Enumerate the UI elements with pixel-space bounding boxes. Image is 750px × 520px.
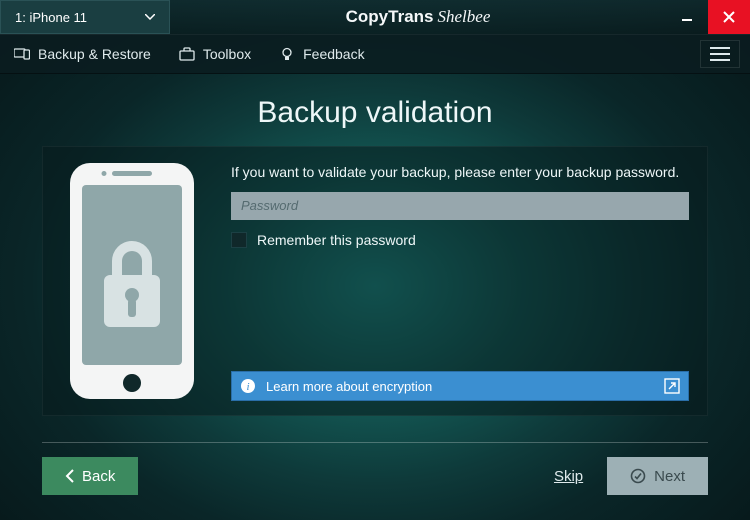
phone-illustration bbox=[57, 161, 207, 401]
hamburger-icon bbox=[710, 47, 730, 61]
next-button[interactable]: Next bbox=[607, 457, 708, 495]
tab-toolbox[interactable]: Toolbox bbox=[175, 46, 255, 62]
tab-feedback[interactable]: Feedback bbox=[275, 46, 368, 62]
device-label: 1: iPhone 11 bbox=[15, 10, 87, 25]
external-link-icon bbox=[664, 378, 680, 394]
lightbulb-icon bbox=[279, 46, 295, 62]
menu-button[interactable] bbox=[700, 40, 740, 68]
footer: Back Skip Next bbox=[0, 443, 750, 495]
minimize-button[interactable] bbox=[666, 0, 708, 34]
chevron-down-icon bbox=[145, 14, 155, 20]
learn-more-label: Learn more about encryption bbox=[266, 379, 432, 394]
toolbox-icon bbox=[179, 46, 195, 62]
svg-text:i: i bbox=[246, 381, 249, 393]
brand-shelbee: Shelbee bbox=[438, 7, 491, 27]
app-brand: CopyTrans Shelbee bbox=[170, 0, 666, 34]
tab-label: Toolbox bbox=[203, 46, 251, 62]
check-circle-icon bbox=[630, 468, 646, 484]
password-input[interactable] bbox=[231, 192, 689, 220]
learn-more-banner[interactable]: i Learn more about encryption bbox=[231, 371, 689, 401]
titlebar: 1: iPhone 11 CopyTrans Shelbee bbox=[0, 0, 750, 34]
tab-label: Feedback bbox=[303, 46, 364, 62]
tabbar: Backup & Restore Toolbox Feedback bbox=[0, 34, 750, 74]
info-icon: i bbox=[240, 378, 256, 394]
window-controls bbox=[666, 0, 750, 34]
devices-icon bbox=[14, 46, 30, 62]
back-label: Back bbox=[82, 468, 115, 485]
page-title: Backup validation bbox=[0, 96, 750, 130]
validation-card: If you want to validate your backup, ple… bbox=[42, 146, 708, 416]
card-content: If you want to validate your backup, ple… bbox=[231, 161, 689, 401]
device-dropdown[interactable]: 1: iPhone 11 bbox=[0, 0, 170, 34]
remember-label: Remember this password bbox=[257, 232, 416, 248]
brand-copytrans: CopyTrans bbox=[346, 7, 434, 27]
skip-link[interactable]: Skip bbox=[554, 468, 583, 485]
tab-backup-restore[interactable]: Backup & Restore bbox=[10, 46, 155, 62]
next-label: Next bbox=[654, 468, 685, 485]
tab-label: Backup & Restore bbox=[38, 46, 151, 62]
close-button[interactable] bbox=[708, 0, 750, 34]
back-button[interactable]: Back bbox=[42, 457, 138, 495]
remember-row: Remember this password bbox=[231, 232, 689, 248]
chevron-left-icon bbox=[65, 469, 74, 483]
prompt-text: If you want to validate your backup, ple… bbox=[231, 163, 689, 182]
phone-lock-icon bbox=[66, 161, 198, 401]
remember-checkbox[interactable] bbox=[231, 232, 247, 248]
